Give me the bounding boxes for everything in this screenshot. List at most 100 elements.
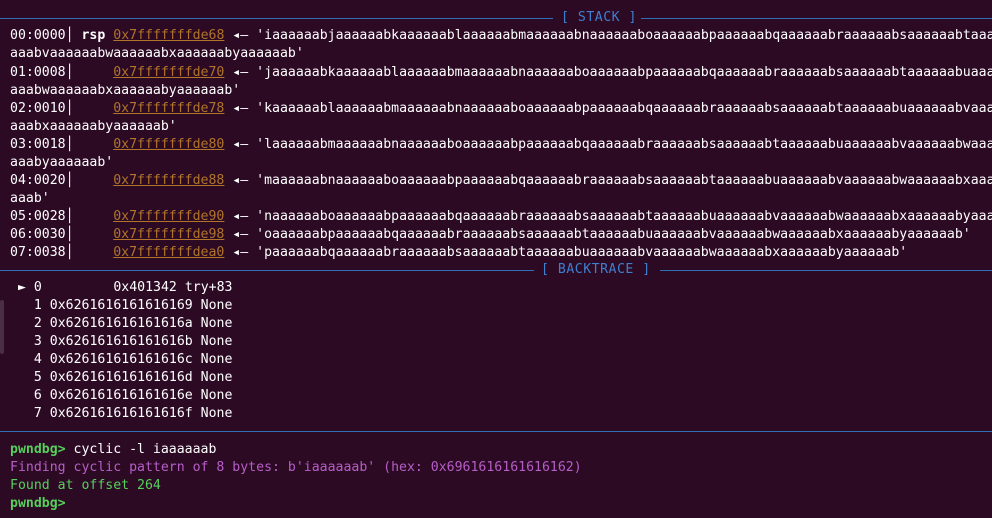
stack-separator: │ xyxy=(65,209,114,224)
frame-symbol: None xyxy=(200,352,233,367)
stack-offset: 02:0010 xyxy=(10,101,66,116)
stack-row: 07:0038│ 0x7fffffffdea0 ◂— 'paaaaaabqaaa… xyxy=(10,244,907,262)
backtrace-frame[interactable]: 5 0x626161616161616d None xyxy=(18,369,233,387)
stack-row: 03:0018│ 0x7fffffffde80 ◂— 'laaaaaabmaaa… xyxy=(10,136,992,154)
stack-section-header: [ STACK ] xyxy=(0,9,992,27)
stack-value: 'oaaaaaabpaaaaaabqaaaaaabraaaaaabsaaaaaa… xyxy=(256,227,971,242)
frame-symbol: None xyxy=(200,388,233,403)
backtrace-header-title: [ BACKTRACE ] xyxy=(541,262,651,277)
stack-address-link[interactable]: 0x7fffffffde98 xyxy=(113,227,224,242)
backtrace-frame-selected[interactable]: ► 0 0x401342 try+83 xyxy=(18,279,232,297)
stack-address-link[interactable]: 0x7fffffffde88 xyxy=(113,173,224,188)
stack-value: 'jaaaaaabkaaaaaablaaaaaabmaaaaaabnaaaaaa… xyxy=(256,65,992,80)
current-frame-arrow-icon: ► xyxy=(18,280,26,295)
stack-separator: │ xyxy=(65,173,114,188)
command-line[interactable]: pwndbg> cyclic -l iaaaaaab xyxy=(10,441,216,459)
stack-separator: │ xyxy=(65,137,114,152)
stack-offset: 03:0018 xyxy=(10,137,66,152)
stack-offset: 07:0038 xyxy=(10,245,66,260)
prompt-label: pwndbg> xyxy=(10,442,66,457)
stack-row: 00:0000│ rsp 0x7fffffffde68 ◂— 'iaaaaaab… xyxy=(10,27,992,45)
stack-separator: │ xyxy=(65,245,114,260)
frame-address: 0x401342 xyxy=(49,280,177,295)
pointer-arrow: ◂— xyxy=(232,227,249,242)
pointer-arrow: ◂— xyxy=(232,65,249,80)
frame-symbol: None xyxy=(200,370,233,385)
stack-value-wrap: aaabwaaaaaabxaaaaaabyaaaaaab' xyxy=(10,83,241,98)
terminal-window[interactable]: [ STACK ] 00:0000│ rsp 0x7fffffffde68 ◂—… xyxy=(0,0,992,518)
stack-row-wrap: aaabvaaaaaabwaaaaaabxaaaaaabyaaaaaab' xyxy=(10,45,304,63)
pointer-arrow: ◂— xyxy=(232,173,249,188)
stack-separator: │ xyxy=(65,227,114,242)
frame-symbol: None xyxy=(200,298,233,313)
frame-index: 4 xyxy=(33,352,42,367)
frame-index: 2 xyxy=(33,316,42,331)
frame-address: 0x6261616161616169 xyxy=(49,298,193,313)
backtrace-frame[interactable]: 3 0x626161616161616b None xyxy=(18,333,233,351)
command-line-active[interactable]: pwndbg> xyxy=(10,495,66,513)
frame-index: 6 xyxy=(33,388,42,403)
stack-value-wrap: aaab' xyxy=(10,191,50,206)
backtrace-frame[interactable]: 1 0x6261616161616169 None xyxy=(18,297,233,315)
pointer-arrow: ◂— xyxy=(232,137,249,152)
stack-row: 05:0028│ 0x7fffffffde90 ◂— 'naaaaaaboaaa… xyxy=(10,208,992,226)
stack-value: 'kaaaaaablaaaaaabmaaaaaabnaaaaaaboaaaaaa… xyxy=(256,101,992,116)
stack-row-wrap: aaabxaaaaaabyaaaaaab' xyxy=(10,118,177,136)
stack-value: 'naaaaaaboaaaaaabpaaaaaabqaaaaaabraaaaaa… xyxy=(256,209,992,224)
stack-address-link[interactable]: 0x7fffffffde90 xyxy=(113,209,224,224)
stack-header-title: [ STACK ] xyxy=(561,10,637,25)
stack-address-link[interactable]: 0x7fffffffde70 xyxy=(113,65,224,80)
frame-address: 0x626161616161616d xyxy=(49,370,193,385)
frame-address: 0x626161616161616b xyxy=(49,334,193,349)
backtrace-frame[interactable]: 4 0x626161616161616c None xyxy=(18,351,233,369)
stack-offset: 05:0028 xyxy=(10,209,66,224)
stack-address-link[interactable]: 0x7fffffffde78 xyxy=(113,101,224,116)
output-finding: Finding cyclic pattern of 8 bytes: b'iaa… xyxy=(10,460,582,475)
frame-symbol: None xyxy=(200,316,233,331)
frame-symbol: None xyxy=(200,406,233,421)
stack-offset: 01:0008 xyxy=(10,65,66,80)
frame-address: 0x626161616161616f xyxy=(49,406,193,421)
stack-address-link[interactable]: 0x7fffffffdea0 xyxy=(113,245,224,260)
pointer-arrow: ◂— xyxy=(232,209,249,224)
stack-row: 04:0020│ 0x7fffffffde88 ◂— 'maaaaaabnaaa… xyxy=(10,172,992,190)
stack-value: 'iaaaaaabjaaaaaabkaaaaaablaaaaaabmaaaaaa… xyxy=(256,28,992,43)
register-label: rsp xyxy=(81,28,106,43)
stack-value: 'laaaaaabmaaaaaabnaaaaaaboaaaaaabpaaaaaa… xyxy=(256,137,992,152)
stack-row-wrap: aaabyaaaaaab' xyxy=(10,154,113,172)
stack-separator: │ xyxy=(65,65,114,80)
stack-value: 'paaaaaabqaaaaaabraaaaaabsaaaaaabtaaaaaa… xyxy=(256,245,908,260)
stack-row-wrap: aaabwaaaaaabxaaaaaabyaaaaaab' xyxy=(10,82,240,100)
stack-address-link[interactable]: 0x7fffffffde80 xyxy=(113,137,224,152)
stack-address-link[interactable]: 0x7fffffffde68 xyxy=(113,28,224,43)
frame-address: 0x626161616161616c xyxy=(49,352,193,367)
stack-value: 'maaaaaabnaaaaaaboaaaaaabpaaaaaabqaaaaaa… xyxy=(256,173,992,188)
frame-index: 3 xyxy=(33,334,42,349)
stack-offset: 04:0020 xyxy=(10,173,66,188)
pointer-arrow: ◂— xyxy=(232,245,249,260)
stack-value-wrap: aaabvaaaaaabwaaaaaabxaaaaaabyaaaaaab' xyxy=(10,46,304,61)
command-text[interactable]: cyclic -l iaaaaaab xyxy=(66,442,217,457)
stack-row: 02:0010│ 0x7fffffffde78 ◂— 'kaaaaaablaaa… xyxy=(10,100,992,118)
stack-row: 01:0008│ 0x7fffffffde70 ◂— 'jaaaaaabkaaa… xyxy=(10,64,992,82)
stack-offset: 00:0000 xyxy=(10,28,66,43)
stack-separator: │ xyxy=(65,101,114,116)
frame-symbol: try+83 xyxy=(184,280,233,295)
backtrace-frame[interactable]: 7 0x626161616161616f None xyxy=(18,405,233,423)
frame-index: 7 xyxy=(33,406,42,421)
stack-value-wrap: aaabyaaaaaab' xyxy=(10,155,114,170)
stack-value-wrap: aaabxaaaaaabyaaaaaab' xyxy=(10,119,177,134)
stack-row: 06:0030│ 0x7fffffffde98 ◂— 'oaaaaaabpaaa… xyxy=(10,226,971,244)
frame-address: 0x626161616161616a xyxy=(49,316,193,331)
stack-row-wrap: aaab' xyxy=(10,190,50,208)
frame-index: 5 xyxy=(33,370,42,385)
stack-offset: 06:0030 xyxy=(10,227,66,242)
stack-separator: │ xyxy=(65,28,82,43)
frame-index: 0 xyxy=(33,280,42,295)
output-found-offset: Found at offset 264 xyxy=(10,478,161,493)
backtrace-frame[interactable]: 2 0x626161616161616a None xyxy=(18,315,233,333)
backtrace-frame[interactable]: 6 0x626161616161616e None xyxy=(18,387,233,405)
prompt-label: pwndbg> xyxy=(10,496,66,511)
pointer-arrow: ◂— xyxy=(232,101,249,116)
terminal-scrollbar[interactable] xyxy=(0,300,4,354)
